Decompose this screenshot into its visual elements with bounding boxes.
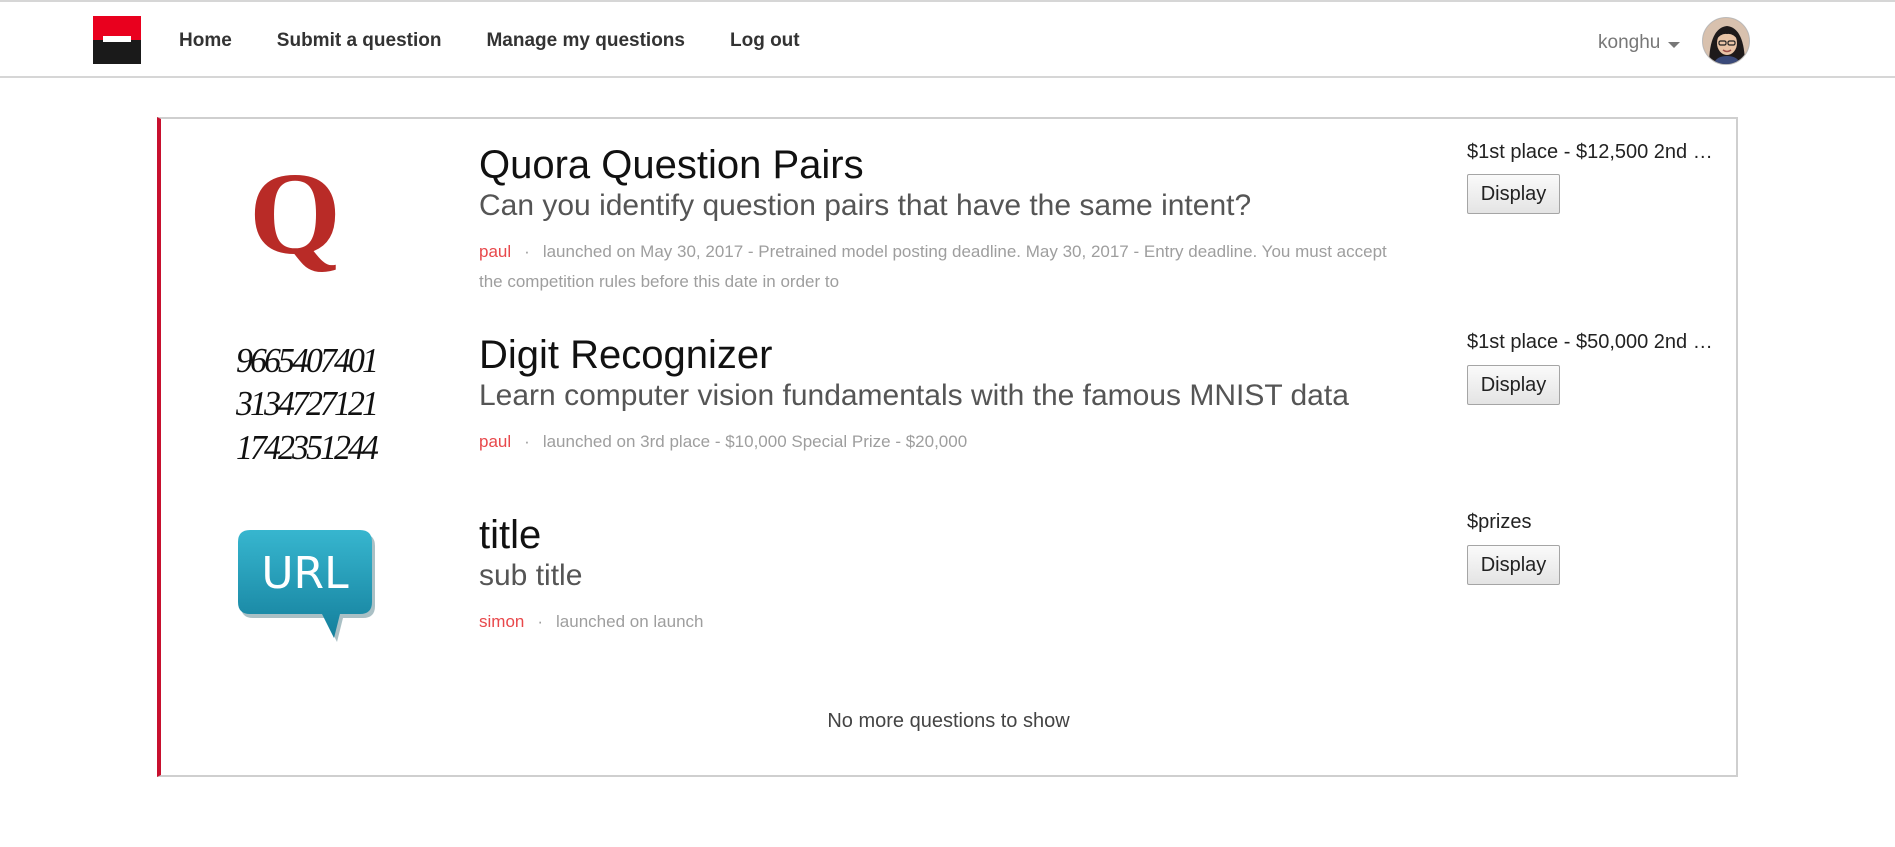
prize-text: $1st place - $12,500 2nd place - $8,500 … [1467,141,1717,163]
nav-submit-question-link[interactable]: Submit a question [277,30,442,52]
nav-logout-link[interactable]: Log out [730,30,800,52]
meta-separator: · [524,432,530,451]
user-avatar[interactable] [1702,17,1750,65]
no-more-questions-text: No more questions to show [827,710,1070,732]
display-button[interactable]: Display [1467,545,1560,585]
user-dropdown[interactable]: konghu [1598,32,1681,54]
nav-links: Home Submit a question Manage my questio… [179,30,800,52]
author-link[interactable]: paul [479,432,511,451]
svg-text:9665407401: 9665407401 [236,341,376,380]
caret-down-icon [1668,41,1681,48]
svg-text:1742351244: 1742351244 [236,428,378,465]
questions-list-card: Q Quora Question Pairs Can you identify … [157,117,1738,777]
display-button[interactable]: Display [1467,365,1560,405]
nav-manage-questions-link[interactable]: Manage my questions [486,30,685,52]
meta-separator: · [537,612,544,631]
username-label: konghu [1598,32,1661,53]
prize-text: $prizes [1467,511,1532,533]
question-title[interactable]: Quora Question Pairs [479,143,864,188]
meta-separator: · [524,242,530,261]
nav-home-link[interactable]: Home [179,30,232,52]
svg-text:Q: Q [249,157,341,273]
question-title[interactable]: Digit Recognizer [479,333,772,378]
launch-info: launched on May 30, 2017 - Pretrained mo… [479,242,1387,291]
avatar-portrait-icon [1703,18,1749,64]
question-subtitle: Learn computer vision fundamentals with … [479,379,1349,412]
question-meta: paul · launched on May 30, 2017 - Pretrain… [479,237,1409,297]
prize-text: $1st place - $50,000 2nd place - $25,000 [1467,331,1717,353]
brand-logo[interactable] [93,16,141,64]
display-button[interactable]: Display [1467,174,1560,214]
question-subtitle: sub title [479,559,583,592]
question-subtitle: Can you identify question pairs that hav… [479,189,1252,222]
launch-info: launched on 3rd place - $10,000 Special … [542,432,968,451]
quora-q-icon: Q [241,148,349,279]
launch-info: launched on launch [556,612,704,631]
svg-text:URL: URL [261,548,349,599]
url-speech-bubble-icon: URL [236,526,376,648]
question-meta: simon · launched on launch [479,607,1409,637]
top-navbar: Home Submit a question Manage my questio… [0,0,1895,78]
handwritten-digits-image: 9665407401 3134727121 1742351244 [235,337,381,467]
svg-text:3134727121: 3134727121 [236,384,376,423]
author-link[interactable]: paul [479,242,511,261]
author-link[interactable]: simon [479,612,524,631]
question-meta: paul · launched on 3rd place - $10,000 Spe… [479,427,1409,457]
question-title[interactable]: title [479,513,541,558]
